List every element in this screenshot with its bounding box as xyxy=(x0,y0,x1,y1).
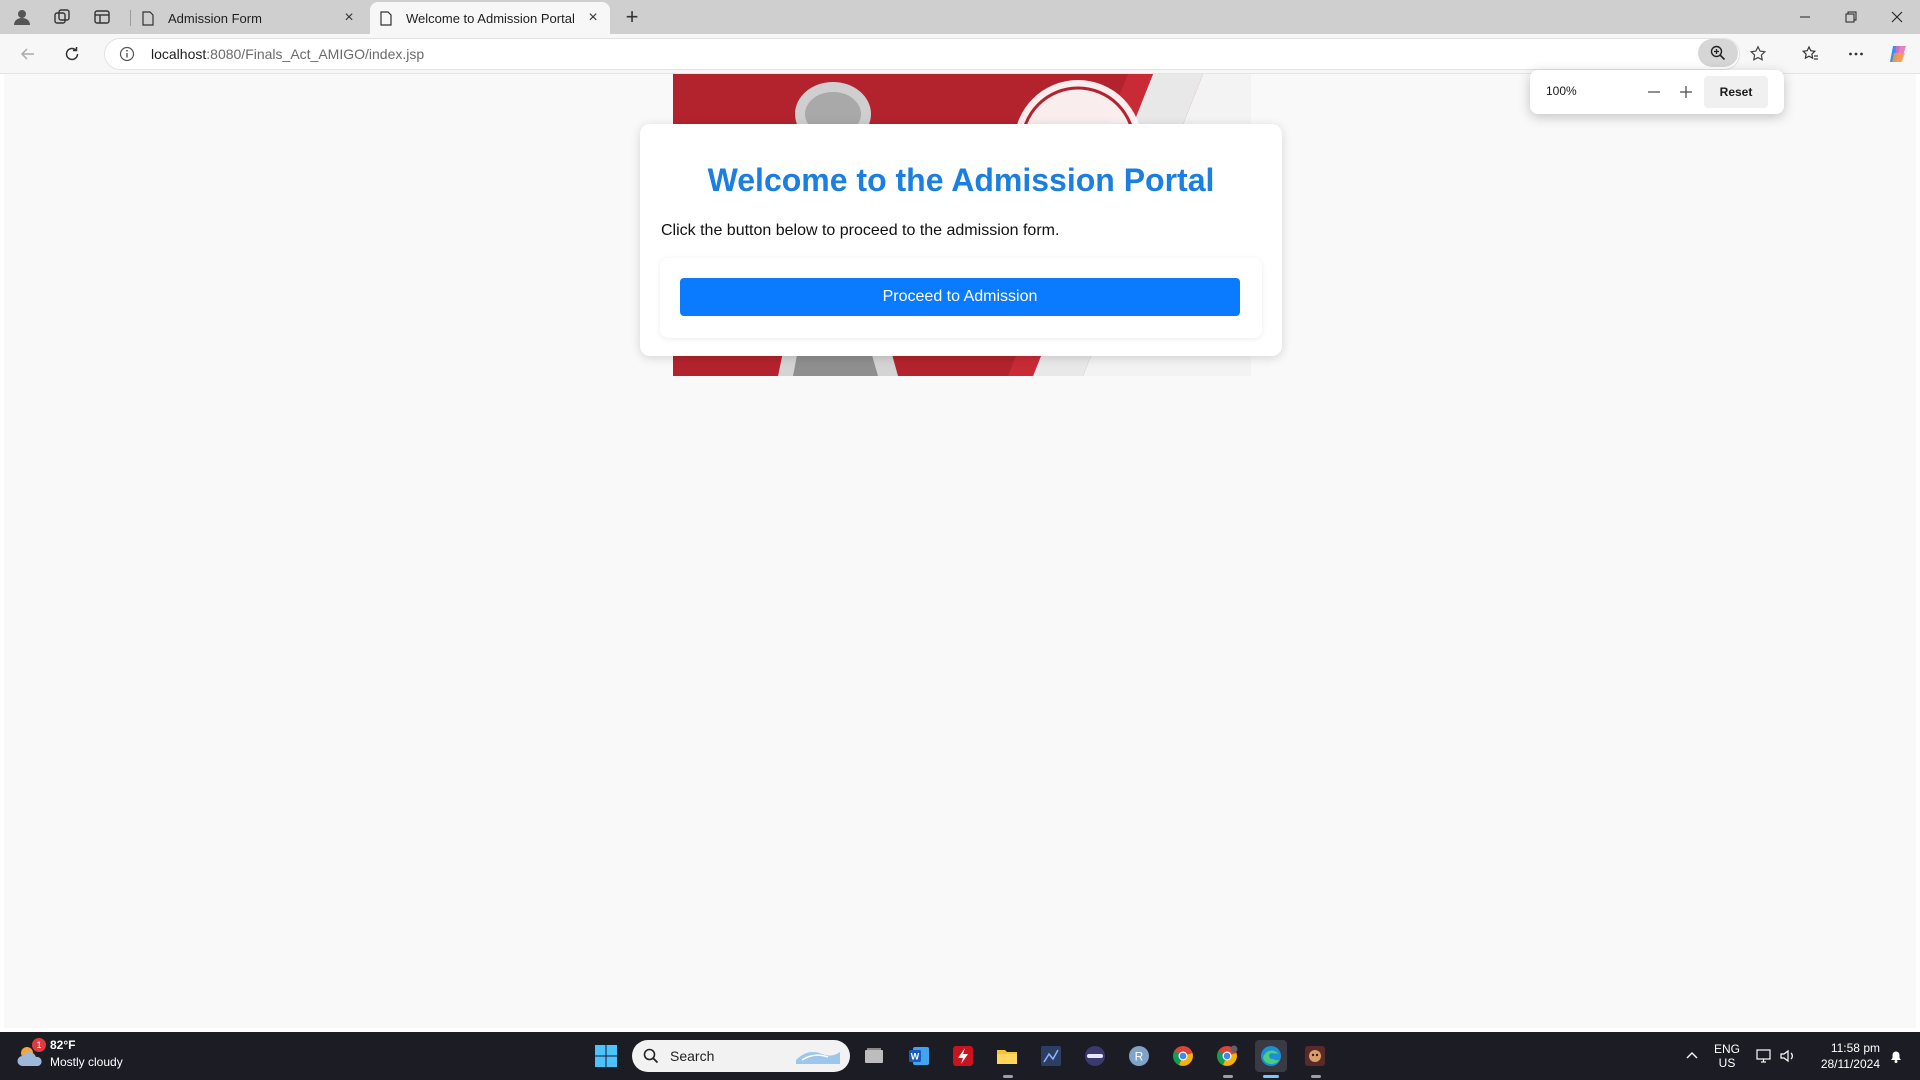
task-view-icon[interactable] xyxy=(858,1040,890,1072)
more-options-icon[interactable] xyxy=(1842,42,1870,66)
button-container: Proceed to Admission xyxy=(660,258,1262,338)
close-icon[interactable]: × xyxy=(582,7,604,29)
url-host: localhost xyxy=(151,46,207,62)
tab-separator xyxy=(130,10,131,26)
file-explorer-icon[interactable] xyxy=(991,1040,1023,1072)
search-placeholder: Search xyxy=(670,1048,715,1064)
network-tool-icon[interactable] xyxy=(1035,1040,1067,1072)
media-tool-icon[interactable] xyxy=(1079,1040,1111,1072)
weather-widget[interactable]: 1 82°F Mostly cloudy xyxy=(16,1038,146,1074)
language-line1: ENG xyxy=(1714,1042,1741,1056)
windows-start-icon[interactable] xyxy=(590,1040,622,1072)
refresh-button[interactable] xyxy=(58,42,86,66)
flash-app-icon[interactable] xyxy=(947,1040,979,1072)
running-indicator xyxy=(1003,1075,1013,1078)
welcome-card: Welcome to the Admission Portal Click th… xyxy=(640,124,1282,356)
page-icon xyxy=(140,10,156,26)
running-indicator xyxy=(1311,1075,1321,1078)
zoom-popup: 100% Reset xyxy=(1530,70,1784,114)
minimize-button[interactable] xyxy=(1782,0,1828,34)
game-app-icon[interactable] xyxy=(1299,1040,1331,1072)
svg-text:W: W xyxy=(911,1052,920,1062)
edge-icon[interactable] xyxy=(1255,1040,1287,1072)
address-toolbar: localhost:8080/Finals_Act_AMIGO/index.js… xyxy=(0,34,1920,74)
search-icon xyxy=(642,1047,660,1065)
taskbar: 1 82°F Mostly cloudy Search W R ENG US 1… xyxy=(0,1032,1920,1080)
active-indicator xyxy=(1263,1075,1279,1078)
zoom-indicator-icon[interactable] xyxy=(1698,39,1738,67)
url-path: :8080/Finals_Act_AMIGO/index.jsp xyxy=(206,46,425,62)
system-clock[interactable]: 11:58 pm 28/11/2024 xyxy=(1806,1040,1880,1072)
notification-bell-icon[interactable] xyxy=(1880,1040,1912,1072)
close-window-button[interactable] xyxy=(1874,0,1920,34)
language-indicator[interactable]: ENG US xyxy=(1714,1042,1740,1070)
weather-temp: 82°F xyxy=(50,1038,76,1052)
add-favorite-star-icon[interactable] xyxy=(1744,42,1772,66)
running-indicator xyxy=(1223,1075,1233,1078)
tab-admission-form[interactable]: Admission Form × xyxy=(132,2,366,34)
proceed-to-admission-button[interactable]: Proceed to Admission xyxy=(680,278,1240,316)
page-title: Welcome to the Admission Portal xyxy=(707,162,1215,198)
zoom-reset-button[interactable]: Reset xyxy=(1704,76,1768,108)
address-bar[interactable]: localhost:8080/Finals_Act_AMIGO/index.js… xyxy=(104,38,1740,70)
language-line2: US xyxy=(1718,1056,1736,1070)
chrome-canary-icon[interactable] xyxy=(1211,1040,1243,1072)
tab-welcome-portal[interactable]: Welcome to Admission Portal × xyxy=(370,2,610,34)
copilot-icon[interactable] xyxy=(1884,42,1912,66)
weather-condition: Mostly cloudy xyxy=(50,1055,123,1069)
page-icon xyxy=(378,10,394,26)
zoom-out-button[interactable] xyxy=(1642,80,1666,104)
zoom-value: 100% xyxy=(1546,84,1577,98)
close-icon[interactable]: × xyxy=(338,7,360,29)
r-app-icon[interactable]: R xyxy=(1123,1040,1155,1072)
profile-icon[interactable] xyxy=(8,7,36,27)
tab-title: Welcome to Admission Portal xyxy=(406,10,575,26)
svg-text:R: R xyxy=(1135,1050,1144,1064)
clock-time: 11:58 pm xyxy=(1830,1041,1880,1055)
zoom-in-button[interactable] xyxy=(1674,80,1698,104)
new-tab-button[interactable]: + xyxy=(620,4,644,29)
taskbar-search[interactable]: Search xyxy=(632,1040,850,1072)
tab-actions-icon[interactable] xyxy=(88,7,116,27)
info-icon[interactable] xyxy=(117,44,137,64)
word-icon[interactable]: W xyxy=(903,1040,935,1072)
back-button[interactable] xyxy=(14,42,42,66)
show-hidden-icons-chevron-icon[interactable] xyxy=(1676,1040,1708,1072)
search-highlight-icon xyxy=(794,1046,842,1071)
volume-icon[interactable] xyxy=(1772,1040,1804,1072)
page-viewport: Welcome to the Admission Portal Click th… xyxy=(4,74,1916,1028)
tab-strip: Admission Form × Welcome to Admission Po… xyxy=(0,0,1920,34)
tab-title: Admission Form xyxy=(168,10,262,26)
chrome-icon[interactable] xyxy=(1167,1040,1199,1072)
weather-badge: 1 xyxy=(32,1038,46,1052)
restore-button[interactable] xyxy=(1828,0,1874,34)
instruction-text: Click the button below to proceed to the… xyxy=(661,222,1060,239)
favorites-icon[interactable] xyxy=(1796,42,1824,66)
clock-date: 28/11/2024 xyxy=(1820,1057,1880,1071)
workspaces-icon[interactable] xyxy=(48,7,76,27)
